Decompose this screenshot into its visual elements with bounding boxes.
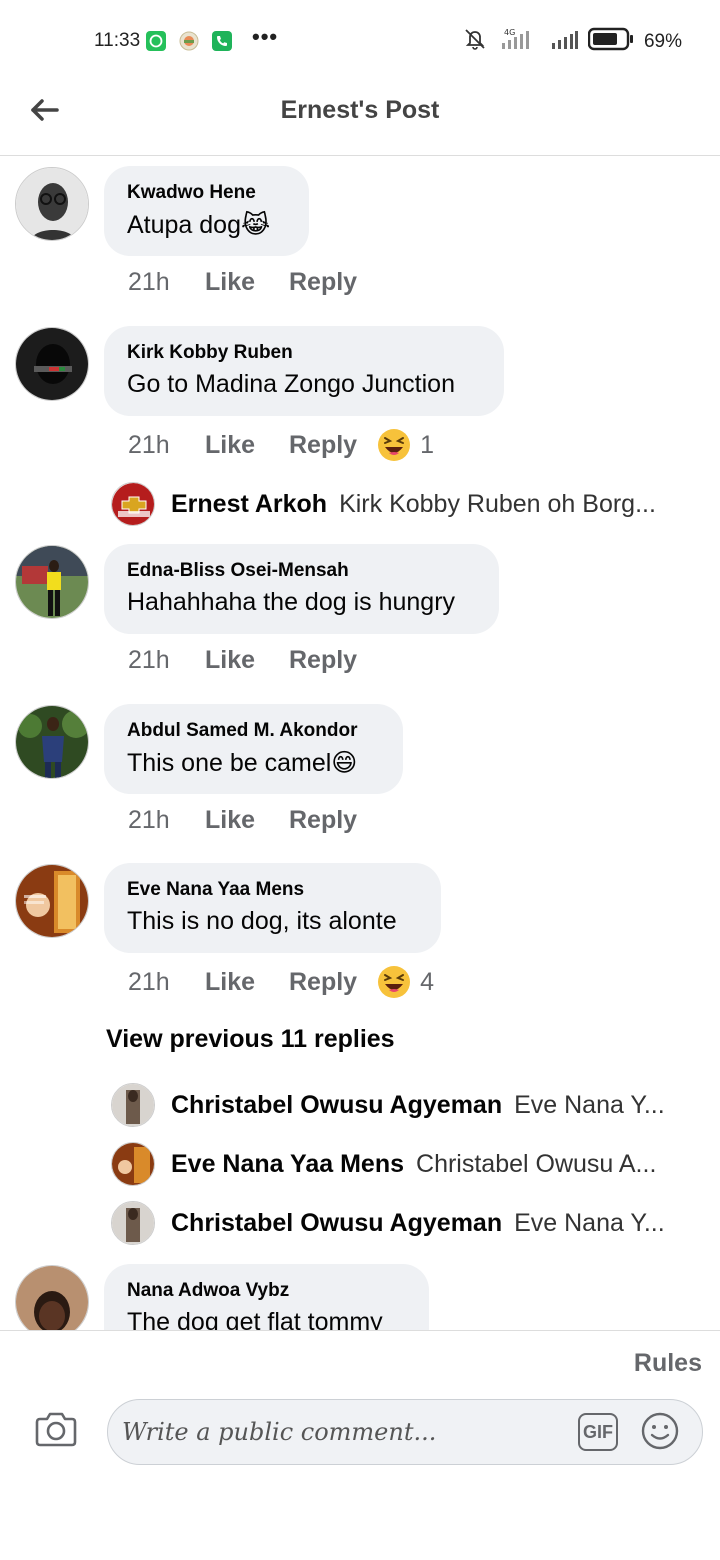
avatar[interactable] <box>15 167 89 241</box>
reply-preview[interactable]: Christabel Owusu Agyeman Eve Nana Y... <box>111 1082 711 1128</box>
comment-text: The dog get flat tommy <box>127 1308 383 1330</box>
comment-author[interactable]: Kirk Kobby Ruben <box>127 342 481 364</box>
status-bar: 11:33 ••• 4G 69% <box>0 0 720 80</box>
signal-4g-icon: 4G <box>498 26 540 57</box>
comment-author[interactable]: Eve Nana Yaa Mens <box>127 879 418 901</box>
more-notifications-icon: ••• <box>252 24 279 49</box>
app-notification-icon <box>179 31 199 51</box>
comment-author[interactable]: Kwadwo Hene <box>127 182 286 204</box>
avatar[interactable] <box>15 545 89 619</box>
reply-text: Christabel Owusu A... <box>416 1149 657 1178</box>
comment-bubble[interactable]: Eve Nana Yaa Mens This is no dog, its al… <box>104 863 441 953</box>
avatar[interactable] <box>15 327 89 401</box>
signal-icon <box>550 26 578 57</box>
svg-text:4G: 4G <box>504 28 515 37</box>
reply-text: Kirk Kobby Ruben oh Borg... <box>339 489 656 518</box>
reply-text: Eve Nana Y... <box>514 1208 665 1237</box>
status-right: 4G 69% <box>462 26 682 57</box>
reply-button[interactable]: Reply <box>289 646 357 675</box>
comment-text: This is no dog, its alonte <box>127 907 397 935</box>
reply-button[interactable]: Reply <box>289 806 357 835</box>
status-time: 11:33 <box>94 30 141 51</box>
reaction-count: 4 <box>420 967 434 996</box>
comment-bubble[interactable]: Edna-Bliss Osei-Mensah Hahahhaha the dog… <box>104 544 499 634</box>
post-header: Ernest's Post <box>0 80 720 156</box>
avatar[interactable] <box>15 1265 89 1330</box>
avatar[interactable] <box>15 705 89 779</box>
reply-author[interactable]: Christabel Owusu Agyeman <box>171 1209 502 1238</box>
laughing-emoji-icon <box>377 965 411 999</box>
reply-author[interactable]: Ernest Arkoh <box>171 490 327 519</box>
emoji-icon[interactable] <box>640 1411 680 1451</box>
comment-actions: 21h Like Reply 1 <box>128 428 434 462</box>
rules-link[interactable]: Rules <box>634 1349 702 1378</box>
comment-time: 21h <box>128 646 170 674</box>
like-button[interactable]: Like <box>205 431 289 460</box>
comment-author[interactable]: Nana Adwoa Vybz <box>127 1280 406 1302</box>
reply-preview[interactable]: Christabel Owusu Agyeman Eve Nana Y... <box>111 1200 711 1246</box>
page-title: Ernest's Post <box>280 96 440 124</box>
comment-text: Atupa dog😹 <box>127 211 271 239</box>
reaction-summary[interactable]: 1 <box>377 428 434 462</box>
laughing-emoji-icon <box>377 428 411 462</box>
avatar <box>111 482 155 526</box>
comment-text: This one be camel😄 <box>127 749 358 777</box>
comment-time: 21h <box>128 806 170 834</box>
comment-input[interactable] <box>122 1408 562 1456</box>
view-previous-replies-link[interactable]: View previous 11 replies <box>106 1025 395 1054</box>
avatar[interactable] <box>15 864 89 938</box>
battery-percent: 69% <box>643 30 682 52</box>
comment-composer: Rules GIF <box>0 1330 720 1560</box>
comment-text: Go to Madina Zongo Junction <box>127 370 455 398</box>
comment-author[interactable]: Abdul Samed M. Akondor <box>127 720 380 742</box>
comment-input-box[interactable]: GIF <box>107 1399 703 1465</box>
reply-preview[interactable]: Ernest Arkoh Kirk Kobby Ruben oh Borg... <box>111 481 711 527</box>
comment-actions: 21h Like Reply <box>128 268 357 297</box>
whatsapp-icon <box>146 31 166 51</box>
reply-button[interactable]: Reply <box>289 268 357 297</box>
like-button[interactable]: Like <box>205 806 289 835</box>
reaction-summary[interactable]: 4 <box>377 965 434 999</box>
camera-icon[interactable] <box>34 1409 78 1449</box>
comment-time: 21h <box>128 268 170 296</box>
avatar <box>111 1201 155 1245</box>
avatar <box>111 1142 155 1186</box>
comment-actions: 21h Like Reply <box>128 646 357 675</box>
like-button[interactable]: Like <box>205 968 289 997</box>
comment-time: 21h <box>128 430 170 459</box>
reaction-count: 1 <box>420 430 434 459</box>
reply-author[interactable]: Eve Nana Yaa Mens <box>171 1150 404 1179</box>
reply-button[interactable]: Reply <box>289 431 357 460</box>
comment-actions: 21h Like Reply <box>128 806 357 835</box>
reply-text: Eve Nana Y... <box>514 1090 665 1119</box>
comments-list[interactable]: Kwadwo Hene Atupa dog😹 21h Like Reply Ki… <box>0 157 720 1330</box>
comment-bubble[interactable]: Nana Adwoa Vybz The dog get flat tommy <box>104 1264 429 1330</box>
reply-preview[interactable]: Eve Nana Yaa Mens Christabel Owusu A... <box>111 1141 711 1187</box>
like-button[interactable]: Like <box>205 646 289 675</box>
comment-time: 21h <box>128 967 170 996</box>
comment-actions: 21h Like Reply 4 <box>128 965 434 999</box>
gif-button[interactable]: GIF <box>578 1413 618 1451</box>
like-button[interactable]: Like <box>205 268 289 297</box>
comment-text: Hahahhaha the dog is hungry <box>127 588 456 616</box>
silent-bell-icon <box>462 26 488 57</box>
comment-bubble[interactable]: Abdul Samed M. Akondor This one be camel… <box>104 704 403 794</box>
phone-app-icon <box>212 31 232 51</box>
comment-bubble[interactable]: Kwadwo Hene Atupa dog😹 <box>104 166 309 256</box>
battery-icon <box>587 27 634 56</box>
comment-bubble[interactable]: Kirk Kobby Ruben Go to Madina Zongo Junc… <box>104 326 504 416</box>
reply-button[interactable]: Reply <box>289 968 357 997</box>
avatar <box>111 1083 155 1127</box>
reply-author[interactable]: Christabel Owusu Agyeman <box>171 1091 502 1120</box>
comment-author[interactable]: Edna-Bliss Osei-Mensah <box>127 560 476 582</box>
